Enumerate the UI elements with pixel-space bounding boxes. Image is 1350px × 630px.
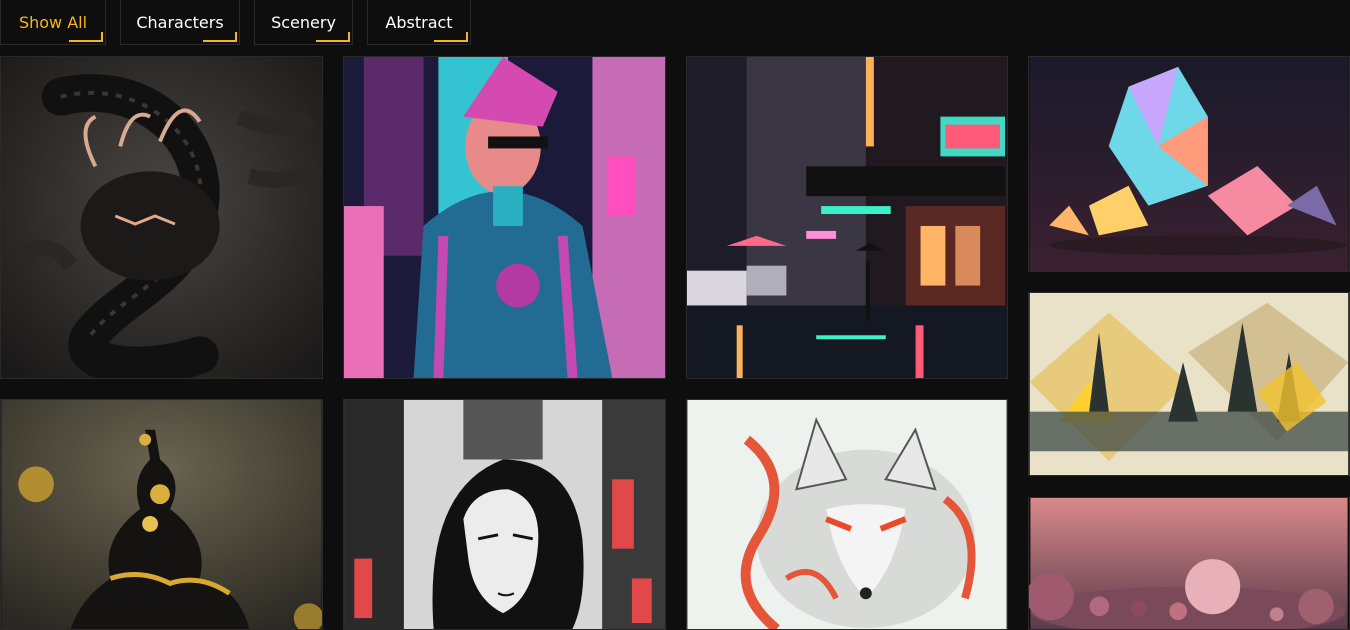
gallery-item-gold-sculpture[interactable]	[0, 399, 323, 630]
gallery-item-dragon[interactable]	[0, 56, 323, 379]
gallery-item-pixel-street[interactable]	[686, 56, 1008, 379]
filter-characters[interactable]: Characters	[120, 0, 240, 45]
gold-sculpture-image	[1, 400, 322, 629]
cyberpunk-man-image	[344, 57, 665, 378]
gallery-item-crystals[interactable]	[1028, 56, 1350, 272]
pixel-street-image	[687, 57, 1007, 378]
gallery-item-white-fox[interactable]	[686, 399, 1008, 630]
filter-abstract[interactable]: Abstract	[367, 0, 471, 45]
filter-scenery[interactable]: Scenery	[254, 0, 353, 45]
gallery-item-gold-cathedral[interactable]	[1028, 292, 1350, 476]
dragon-image	[1, 57, 322, 378]
gallery-item-pink-spheres[interactable]	[1028, 497, 1350, 630]
manga-girl-image	[344, 400, 665, 629]
pink-spheres-image	[1029, 498, 1348, 629]
filter-show-all[interactable]: Show All	[0, 0, 106, 45]
gallery-item-cyberpunk-man[interactable]	[343, 56, 666, 379]
gold-cathedral-image	[1029, 293, 1349, 475]
crystals-image	[1029, 57, 1349, 271]
white-fox-image	[687, 400, 1007, 629]
gallery-item-manga-girl[interactable]	[343, 399, 666, 630]
filter-bar: Show All Characters Scenery Abstract	[0, 0, 1350, 47]
